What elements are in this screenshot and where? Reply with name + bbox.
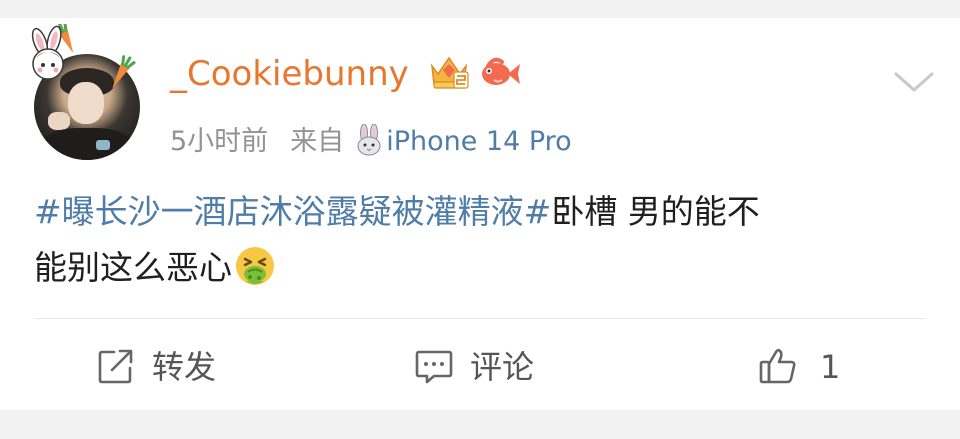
post-text-line-1: #曝长沙一酒店沐浴露疑被灌精液#卧槽 男的能不 <box>34 184 914 240</box>
thumbs-up-icon <box>759 348 796 384</box>
chevron-down-icon[interactable] <box>888 62 940 102</box>
comment-icon <box>415 350 453 384</box>
repost-label: 转发 <box>152 348 217 386</box>
avatar-hand <box>48 112 70 130</box>
action-bar-divider <box>34 318 926 319</box>
comment-label: 评论 <box>470 348 535 386</box>
avatar-shirt <box>42 128 132 160</box>
weibo-post-card: _Cookiebunny 5小时前 来自 iPhone 14 Pro #曝长沙一… <box>0 0 960 410</box>
crown-vip-badge-icon[interactable] <box>428 52 470 92</box>
hashtag-link[interactable]: #曝长沙一酒店沐浴露疑被灌精液# <box>34 192 551 231</box>
source-device-link[interactable]: iPhone 14 Pro <box>386 126 572 157</box>
like-button[interactable]: 1 <box>758 342 840 392</box>
like-count: 1 <box>820 348 841 386</box>
rabbit-icon <box>357 124 381 156</box>
username[interactable]: _Cookiebunny <box>170 50 409 98</box>
vomiting-face-emoji-icon <box>236 247 274 285</box>
post-text-segment: 卧槽 男的能不 <box>551 192 760 231</box>
repost-button[interactable]: 转发 <box>96 342 216 392</box>
avatar-shirt-badge <box>96 140 110 150</box>
fish-badge-icon[interactable] <box>478 50 522 94</box>
post-text-segment: 能别这么恶心 <box>34 248 232 287</box>
post-time: 5小时前 <box>170 126 269 157</box>
comment-button[interactable]: 评论 <box>414 342 534 392</box>
post-text: #曝长沙一酒店沐浴露疑被灌精液#卧槽 男的能不 能别这么恶心 <box>34 184 914 296</box>
source-label: 来自 <box>290 126 345 157</box>
avatar-pendant-bunny-icon <box>31 24 136 89</box>
post-meta: 5小时前 来自 iPhone 14 Pro <box>170 122 572 162</box>
post-text-line-2: 能别这么恶心 <box>34 240 914 296</box>
repost-icon <box>98 349 133 384</box>
